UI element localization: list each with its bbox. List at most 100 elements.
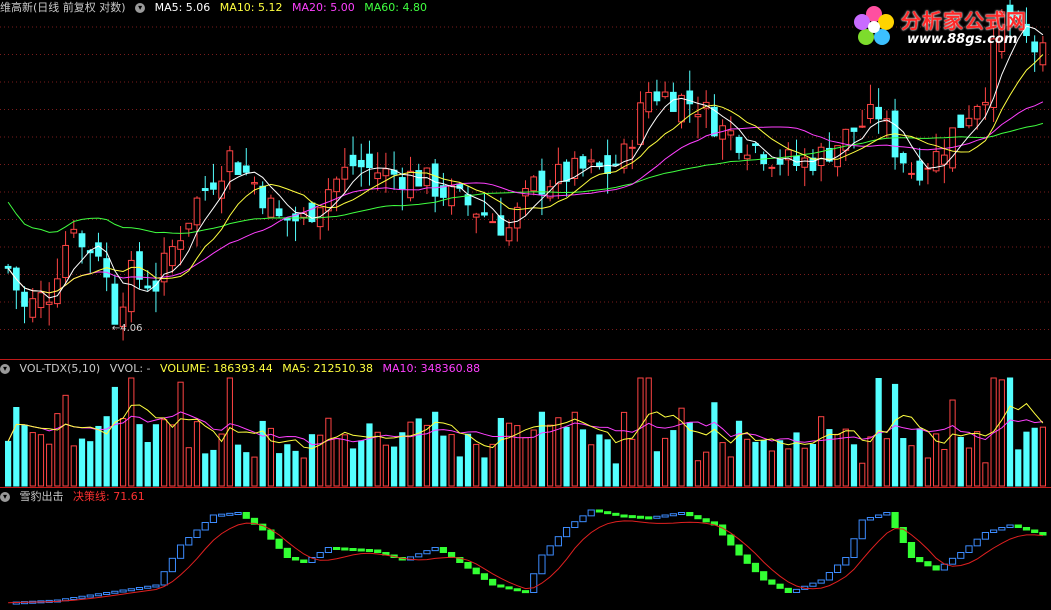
ma60-label: MA60: 4.80 xyxy=(364,1,427,14)
candle-body xyxy=(505,227,513,242)
indicator-fall-bar xyxy=(497,584,505,588)
volume-bar xyxy=(859,462,866,487)
volume-ma10: MA10: 348360.88 xyxy=(382,362,481,375)
stock-chart-window: 维高新(日线 前复权 对数) ▾ MA5: 5.06 MA10: 5.12 MA… xyxy=(0,0,1051,610)
volume-bar xyxy=(152,424,160,487)
indicator-bars xyxy=(12,509,1047,605)
indicator-fall-bar xyxy=(727,534,735,546)
volume-bar xyxy=(752,441,759,487)
volume-bar xyxy=(505,422,513,487)
volume-bar xyxy=(850,444,858,487)
indicator-fall-bar xyxy=(333,547,341,550)
indicator-fall-bar xyxy=(760,571,768,581)
volume-bar xyxy=(1031,427,1038,487)
volume-toggle-icon[interactable]: ▾ xyxy=(0,364,10,374)
candle-body xyxy=(604,155,611,174)
candle-body xyxy=(259,185,267,209)
volume-bar xyxy=(834,433,841,487)
candle-body xyxy=(275,208,283,217)
volume-bar xyxy=(908,445,915,487)
indicator-fall-bar xyxy=(242,512,250,519)
indicator-fall-bar xyxy=(612,512,620,516)
indicator-fall-bar xyxy=(776,583,784,589)
candle-body xyxy=(423,167,431,187)
candle-body xyxy=(251,182,258,185)
volume-bar xyxy=(727,456,734,487)
indicator-rise-bar xyxy=(185,537,193,546)
candle-body xyxy=(899,153,907,164)
indicator-rise-bar xyxy=(103,592,111,595)
indicator-fall-bar xyxy=(907,542,916,558)
volume-bar xyxy=(826,429,833,487)
volume-bar xyxy=(399,432,406,487)
volume-bar xyxy=(234,444,242,487)
indicator-rise-bar xyxy=(201,522,209,531)
volume-bar xyxy=(818,416,825,487)
candle-body xyxy=(136,251,143,280)
indicator-fall-bar xyxy=(628,515,636,519)
site-logo: 分析家公式网 www.88gs.com xyxy=(849,2,1045,52)
candle-body xyxy=(973,105,981,120)
candle-body xyxy=(867,103,874,119)
volume-bar xyxy=(87,441,94,487)
volume-title: VOL-TDX(5,10) xyxy=(19,362,101,375)
candle-body xyxy=(727,130,735,136)
indicator-fall-bar xyxy=(521,590,530,594)
volume-bar xyxy=(456,456,463,487)
volume-bar xyxy=(883,438,890,487)
volume-bar xyxy=(588,444,595,487)
volume-bar xyxy=(645,377,652,487)
indicator-rise-bar xyxy=(579,515,587,523)
indicator-rise-bar xyxy=(842,557,850,566)
vvol-label: VVOL: - xyxy=(109,362,151,375)
volume-bar xyxy=(103,416,110,487)
candle-body xyxy=(850,127,858,132)
candle-body xyxy=(177,240,184,250)
volume-bar xyxy=(653,451,661,487)
indicator-fall-bar xyxy=(439,547,447,553)
candle-body xyxy=(242,165,250,173)
candle-body xyxy=(768,166,776,169)
volume-bar xyxy=(703,451,710,487)
indicator-rise-bar xyxy=(324,547,333,553)
logo-url: www.88gs.com xyxy=(907,32,1018,47)
volume-bar xyxy=(965,447,973,487)
candle-body xyxy=(37,292,45,309)
volume-bar xyxy=(916,428,923,487)
volume-bar xyxy=(341,434,348,487)
candle-body xyxy=(70,228,78,234)
volume-bar xyxy=(555,417,562,487)
volume-bar xyxy=(776,440,784,487)
candle-body xyxy=(357,159,365,168)
candle-body xyxy=(382,168,390,177)
indicator-pane-toggle-icon[interactable]: ▾ xyxy=(0,492,10,502)
indicator-fall-bar xyxy=(645,516,653,520)
volume-bar xyxy=(481,457,488,487)
volume-bar xyxy=(136,424,143,487)
volume-bar xyxy=(308,434,316,487)
indicator-fall-bar xyxy=(374,549,382,553)
indicator-fall-bar xyxy=(694,515,702,520)
indicator-rise-bar xyxy=(653,515,661,519)
main-title: 维高新(日线 前复权 对数) xyxy=(0,1,126,14)
indicator-title: 雪豹出击 xyxy=(19,490,64,503)
indicator-rise-bar xyxy=(546,545,554,556)
volume-bar xyxy=(744,438,751,487)
indicator-rise-bar xyxy=(111,590,119,594)
candle-body xyxy=(333,178,340,193)
volume-bar xyxy=(711,402,718,487)
indicator-fall-bar xyxy=(735,544,743,556)
indicator-fall-bar xyxy=(291,557,300,561)
volume-bar xyxy=(415,418,422,487)
indicator-fall-bar xyxy=(924,561,932,567)
volume-bar xyxy=(473,443,480,487)
volume-bar xyxy=(119,418,127,487)
candle-body xyxy=(579,156,587,169)
indicator-rise-bar xyxy=(990,529,998,533)
candle-body xyxy=(801,157,809,168)
indicator-toggle-icon[interactable]: ▾ xyxy=(135,3,146,13)
candle-body xyxy=(538,170,546,195)
volume-bar xyxy=(161,419,168,487)
candle-body xyxy=(234,162,242,175)
candle-body xyxy=(965,117,973,127)
